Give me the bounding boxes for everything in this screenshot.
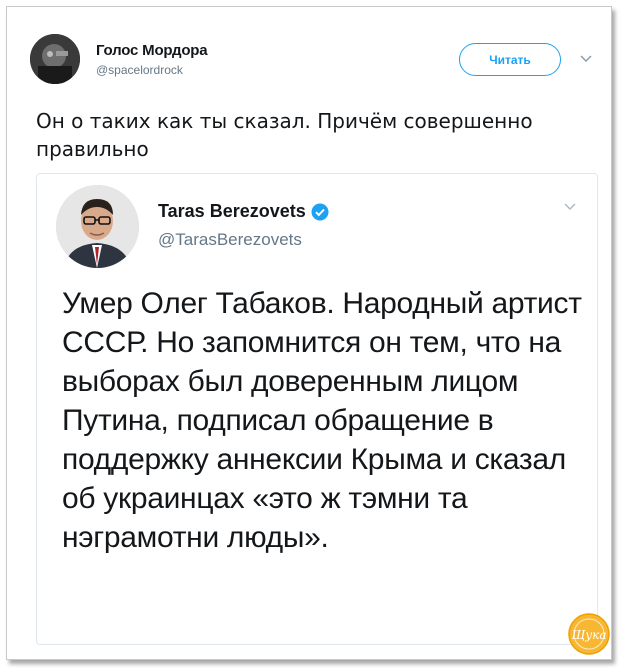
quoted-author-avatar[interactable] <box>56 185 139 268</box>
author-avatar[interactable] <box>30 34 80 84</box>
quoted-author-name-row[interactable]: Taras Berezovets <box>158 201 329 222</box>
author-avatar-image <box>30 34 80 84</box>
quoted-tweet[interactable]: Taras Berezovets @TarasBerezovets Умер О… <box>36 173 598 645</box>
tweet-text: Он о таких как ты сказал. Причём соверше… <box>36 109 533 161</box>
chevron-down-icon[interactable] <box>563 199 577 213</box>
svg-text:Щука: Щука <box>572 628 607 642</box>
quoted-tweet-text: Умер Олег Табаков. Народный артист СССР.… <box>62 287 582 554</box>
tweet-card: Голос Мордора @spacelordrock Читать Он о… <box>6 6 612 660</box>
follow-button[interactable]: Читать <box>459 43 561 76</box>
watermark-logo: Щука <box>568 613 610 655</box>
quoted-author-handle[interactable]: @TarasBerezovets <box>158 230 302 250</box>
quoted-author-avatar-image <box>56 185 139 268</box>
chevron-down-icon[interactable] <box>579 51 593 65</box>
author-name[interactable]: Голос Мордора <box>96 42 208 59</box>
author-handle[interactable]: @spacelordrock <box>96 63 183 77</box>
quoted-author-name[interactable]: Taras Berezovets <box>158 201 306 222</box>
verified-badge-icon <box>311 203 329 220</box>
